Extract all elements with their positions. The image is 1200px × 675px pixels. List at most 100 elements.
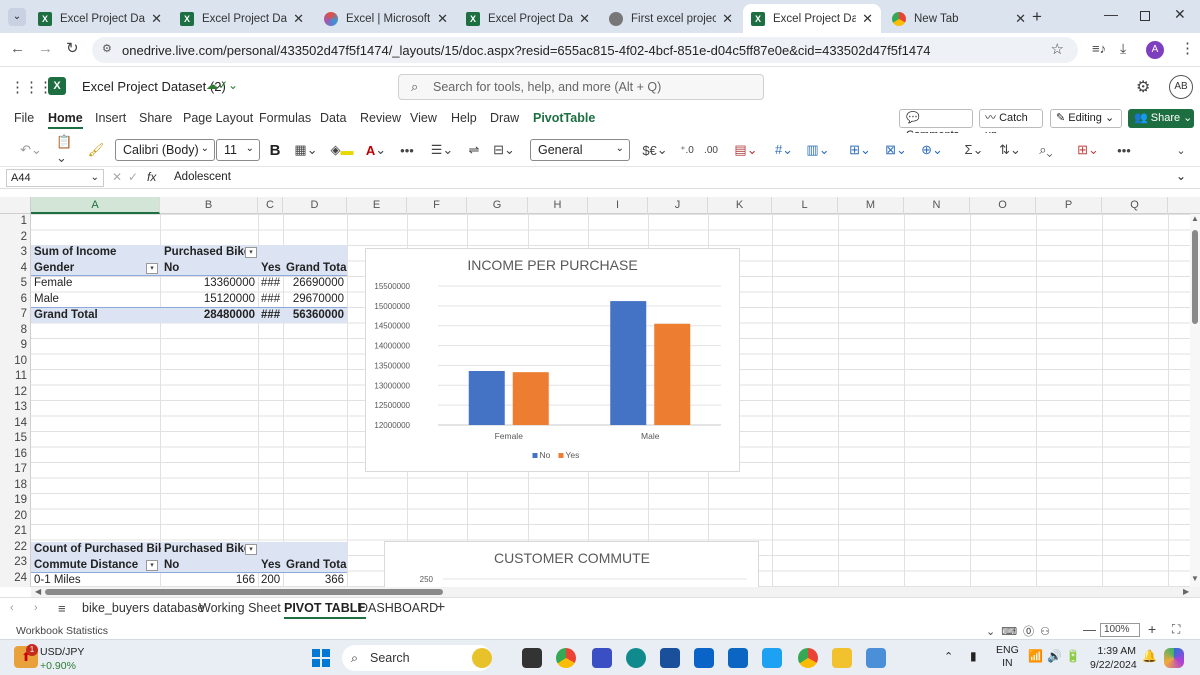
- file-explorer-icon[interactable]: [832, 648, 852, 668]
- outlook-icon[interactable]: [694, 648, 714, 668]
- pivot1-row-total[interactable]: 26690000: [283, 276, 347, 292]
- fill-color-icon[interactable]: ◈ ▬: [328, 140, 356, 160]
- increase-decimal-icon[interactable]: .00: [700, 140, 722, 160]
- row-header[interactable]: 16: [0, 447, 31, 463]
- profile-avatar[interactable]: A: [1146, 41, 1164, 59]
- linkedin-icon[interactable]: [728, 648, 748, 668]
- browser-tab[interactable]: X Excel Project Dataset ✕: [458, 4, 598, 33]
- undo-icon[interactable]: ↶⌄: [18, 140, 44, 160]
- column-header-m[interactable]: M: [838, 197, 904, 214]
- column-header-l[interactable]: L: [772, 197, 838, 214]
- edge-icon[interactable]: [626, 648, 646, 668]
- font-color-icon[interactable]: A ⌄: [362, 140, 390, 160]
- site-info-icon[interactable]: ⚙: [102, 42, 112, 55]
- align-icon[interactable]: ☰⌄: [428, 140, 456, 160]
- pivot1-row-filter-button[interactable]: ▾: [146, 263, 158, 274]
- row-header[interactable]: 5: [0, 276, 31, 292]
- menu-tab-file[interactable]: File: [14, 111, 34, 125]
- scroll-left-icon[interactable]: ◀: [35, 587, 41, 596]
- autosum-icon[interactable]: Σ⌄: [960, 140, 988, 160]
- windows-start-icon[interactable]: [312, 649, 330, 667]
- row-header[interactable]: 22: [0, 540, 31, 556]
- menu-tab-insert[interactable]: Insert: [95, 111, 126, 125]
- pivot2-row-no[interactable]: 166: [161, 573, 258, 587]
- pivot1-col-total[interactable]: Grand Total: [283, 260, 347, 276]
- insert-cells-icon[interactable]: ⊞⌄: [846, 140, 874, 160]
- row-header[interactable]: 18: [0, 478, 31, 494]
- pivot2-row-filter-button[interactable]: ▾: [146, 560, 158, 571]
- bookmark-star-icon[interactable]: ☆: [1051, 40, 1064, 58]
- close-tab-icon[interactable]: ✕: [862, 11, 873, 27]
- status-view-icons[interactable]: ⌄⌨⓪⚇: [986, 623, 1056, 639]
- menu-tab-data[interactable]: Data: [320, 111, 346, 125]
- column-header-j[interactable]: J: [648, 197, 708, 214]
- pivot1-row-no[interactable]: 13360000: [161, 276, 258, 292]
- expand-formula-icon[interactable]: ⌄: [1176, 169, 1186, 183]
- row-header[interactable]: 13: [0, 400, 31, 416]
- column-header-q[interactable]: Q: [1102, 197, 1168, 214]
- formula-input[interactable]: Adolescent: [174, 171, 231, 183]
- pivot2-row-label[interactable]: 0-1 Miles: [31, 573, 161, 587]
- minimize-icon[interactable]: —: [1104, 6, 1118, 22]
- row-header[interactable]: 12: [0, 385, 31, 401]
- reload-icon[interactable]: ↻: [66, 39, 79, 57]
- font-size-select[interactable]: 11 ⌄: [216, 139, 260, 161]
- menu-tab-view[interactable]: View: [410, 111, 437, 125]
- decrease-decimal-icon[interactable]: ⁺.0: [676, 140, 698, 160]
- pivot2-col-filter-button[interactable]: ▾: [245, 544, 257, 555]
- vertical-scrollbar[interactable]: ▲ ▼: [1190, 214, 1200, 587]
- row-header[interactable]: 9: [0, 338, 31, 354]
- menu-tab-home[interactable]: Home: [48, 111, 83, 129]
- pivot1-col-no[interactable]: No: [161, 260, 258, 276]
- document-title[interactable]: Excel Project Dataset (2): [82, 79, 226, 94]
- twitter-icon[interactable]: [762, 648, 782, 668]
- scroll-up-icon[interactable]: ▲: [1191, 214, 1199, 223]
- row-header[interactable]: 11: [0, 369, 31, 385]
- number-format-select[interactable]: General ⌄: [530, 139, 630, 161]
- more-options-icon[interactable]: •••: [1114, 140, 1134, 160]
- editing-mode-button[interactable]: ✎ Editing ⌄: [1050, 109, 1122, 128]
- row-header[interactable]: 24: [0, 571, 31, 587]
- browser-tab[interactable]: Excel | Microsoft 365 ✕: [316, 4, 456, 33]
- pivot2-row-yes[interactable]: 200: [258, 573, 283, 587]
- pivot1-row-label[interactable]: Male: [31, 292, 161, 308]
- wrap-text-icon[interactable]: ⇌: [464, 140, 484, 160]
- workbook-statistics[interactable]: Workbook Statistics: [16, 625, 108, 637]
- close-tab-icon[interactable]: ✕: [579, 11, 590, 27]
- comments-button[interactable]: 💬 Comments: [899, 109, 973, 141]
- next-sheet-icon[interactable]: ›: [34, 602, 38, 614]
- column-header-c[interactable]: C: [258, 197, 283, 214]
- row-header[interactable]: 1: [0, 214, 31, 230]
- bold-button[interactable]: B: [266, 140, 284, 160]
- column-header-i[interactable]: I: [588, 197, 648, 214]
- app-launcher-icon[interactable]: ⋮⋮⋮: [10, 78, 53, 96]
- zoom-in-icon[interactable]: +: [1148, 621, 1156, 637]
- column-header-f[interactable]: F: [407, 197, 467, 214]
- row-header[interactable]: 17: [0, 462, 31, 478]
- menu-tab-page-layout[interactable]: Page Layout: [183, 111, 253, 125]
- pivot2-col-no[interactable]: No: [161, 557, 258, 573]
- notification-bell-icon[interactable]: 🔔: [1142, 649, 1157, 663]
- row-header[interactable]: 8: [0, 323, 31, 339]
- browser-tab[interactable]: New Tab ✕: [884, 4, 1034, 33]
- notepad-icon[interactable]: [866, 648, 886, 668]
- media-icon[interactable]: ≡♪: [1092, 41, 1106, 56]
- column-header-e[interactable]: E: [347, 197, 407, 214]
- horizontal-scroll-thumb[interactable]: [45, 589, 443, 595]
- zoom-select[interactable]: 100% ⌄: [1100, 623, 1140, 647]
- row-header[interactable]: 23: [0, 555, 31, 571]
- pivot1-row-yes[interactable]: ###: [258, 276, 283, 292]
- currency-format-icon[interactable]: $€ ⌄: [640, 140, 670, 160]
- close-tab-icon[interactable]: ✕: [151, 11, 162, 27]
- menu-tab-share[interactable]: Share: [139, 111, 172, 125]
- pivot1-grand-yes[interactable]: ###: [258, 307, 283, 323]
- paste-icon[interactable]: 📋⌄: [56, 134, 82, 165]
- column-header-n[interactable]: N: [904, 197, 970, 214]
- row-header[interactable]: 10: [0, 354, 31, 370]
- vertical-scroll-thumb[interactable]: [1192, 230, 1198, 324]
- tray-app-icon[interactable]: ▮: [970, 649, 977, 663]
- scroll-down-icon[interactable]: ▼: [1191, 574, 1199, 583]
- add-sheet-button[interactable]: +: [436, 599, 445, 617]
- widgets-icon[interactable]: [472, 648, 492, 668]
- pivot1-grand-total[interactable]: 56360000: [283, 307, 347, 323]
